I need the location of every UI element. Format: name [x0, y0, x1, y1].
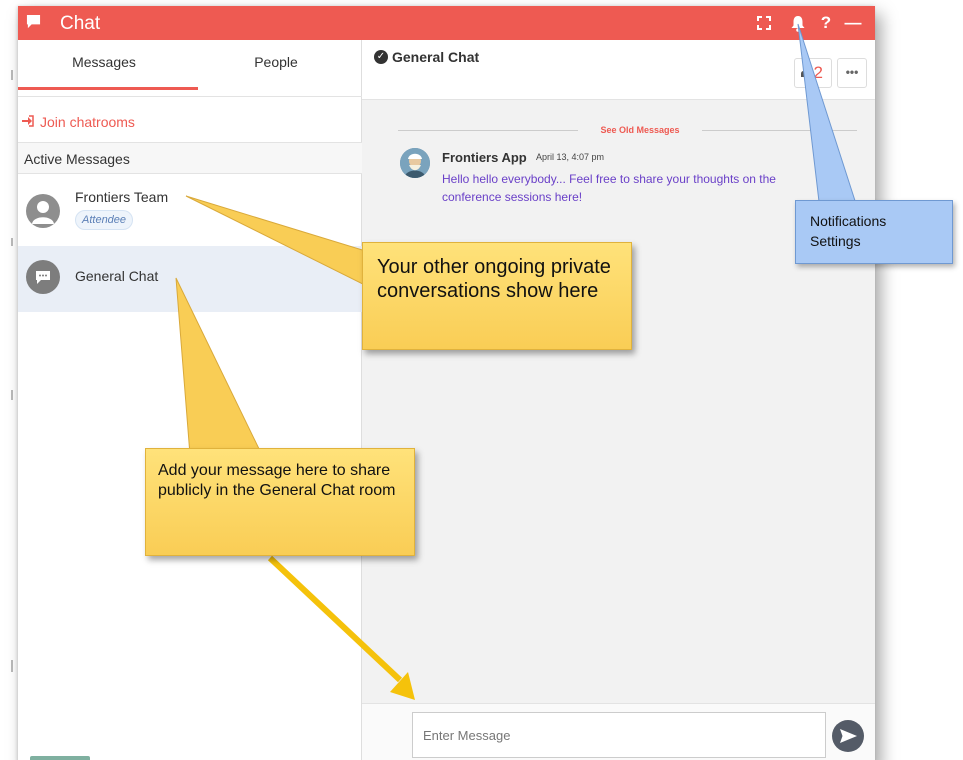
member-count-button[interactable]: 2	[794, 58, 832, 88]
window-title: Chat	[60, 13, 101, 34]
callout-add-message: Add your message here to share publicly …	[145, 448, 415, 556]
fullscreen-icon[interactable]	[755, 13, 773, 33]
conversation-item-general-chat[interactable]: General Chat	[18, 246, 362, 312]
check-circle-icon: ✓	[374, 50, 388, 64]
tab-messages[interactable]: Messages	[18, 40, 190, 90]
callout-notifications-settings: Notifications Settings	[795, 200, 953, 264]
person-icon	[801, 71, 806, 77]
chat-bubble-icon	[26, 14, 41, 29]
bell-icon[interactable]	[789, 13, 807, 33]
role-badge: Attendee	[75, 210, 134, 230]
page-edge-mark	[11, 660, 13, 672]
room-header: ✓ General Chat 2 •••	[362, 40, 875, 100]
conversation-name: General Chat	[75, 268, 159, 284]
page-edge-mark	[11, 238, 13, 246]
chat-room-panel: ✓ General Chat 2 ••• See Old Messages Fr…	[362, 40, 875, 760]
callout-private-conversations: Your other ongoing private conversations…	[362, 242, 632, 350]
divider	[398, 130, 578, 131]
bottom-tab-hint	[30, 756, 90, 760]
chat-window: Chat ? — Messages People Join chatrooms …	[18, 6, 875, 760]
join-chatrooms-label: Join chatrooms	[40, 114, 135, 130]
page-edge-mark	[11, 70, 13, 80]
titlebar: Chat ? —	[18, 6, 875, 40]
chat-room-icon	[26, 260, 60, 294]
tab-people[interactable]: People	[190, 40, 362, 90]
join-chatrooms-link[interactable]: Join chatrooms	[18, 110, 362, 140]
conversation-sidebar: Messages People Join chatrooms Active Me…	[18, 40, 362, 760]
divider	[18, 96, 362, 97]
active-messages-header: Active Messages	[18, 142, 362, 174]
send-button[interactable]	[832, 720, 864, 752]
user-avatar-icon	[26, 194, 60, 228]
message-input[interactable]	[412, 712, 826, 758]
screenshot-stage: Chat ? — Messages People Join chatrooms …	[0, 0, 963, 760]
help-icon[interactable]: ?	[817, 13, 835, 33]
send-arrow-icon	[840, 729, 857, 743]
app-avatar	[400, 148, 430, 178]
composer-bar	[362, 703, 875, 760]
conversation-name: Frontiers Team	[75, 189, 169, 205]
message-timestamp: April 13, 4:07 pm	[536, 152, 605, 162]
more-options-button[interactable]: •••	[837, 58, 867, 88]
message-author: Frontiers App	[442, 150, 527, 165]
page-edge-mark	[11, 390, 13, 400]
room-title: General Chat	[392, 49, 480, 65]
conversation-item-frontiers-team[interactable]: Frontiers Team Attendee	[18, 180, 362, 246]
message-text: Hello hello everybody... Feel free to sh…	[442, 172, 776, 204]
divider	[702, 130, 857, 131]
sign-in-icon	[22, 110, 36, 135]
minimize-icon[interactable]: —	[844, 13, 862, 33]
member-count: 2	[813, 63, 823, 82]
active-tab-indicator	[18, 87, 198, 90]
see-old-messages-link[interactable]: See Old Messages	[578, 125, 702, 135]
